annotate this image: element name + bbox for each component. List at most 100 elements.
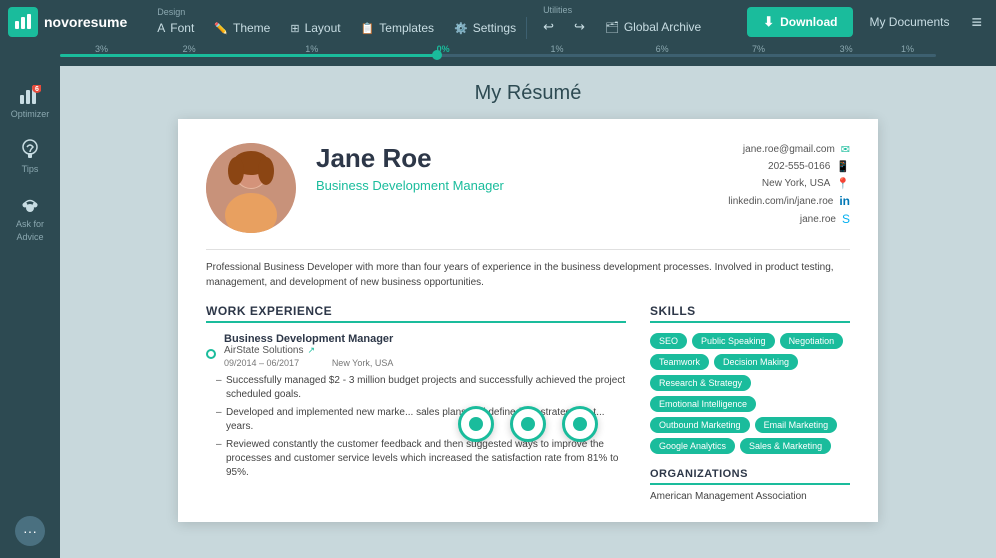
layout-icon: ⊞ <box>290 22 299 35</box>
drag-circle-2[interactable] <box>510 406 546 442</box>
sidebar-more-button[interactable]: ··· <box>15 516 45 546</box>
sidebar-item-tips[interactable]: Tips <box>4 131 56 182</box>
download-icon: ⬇ <box>763 14 774 30</box>
sidebar: 6 Optimizer Tips <box>0 66 60 558</box>
nav-right: ⬇ Download My Documents ≡ <box>747 7 988 37</box>
page-title: My Résumé <box>475 82 582 105</box>
skill-tag: Research & Strategy <box>650 375 751 391</box>
nav-layout[interactable]: ⊞ Layout <box>280 17 350 39</box>
progress-bar-area: 3% 2% 1% 0% 1% 6% 7% 3% 1% <box>0 44 996 66</box>
progress-fill <box>60 54 437 57</box>
skill-tag: Teamwork <box>650 354 709 370</box>
resume-header: Jane Roe Business Development Manager ja… <box>206 143 850 233</box>
ask-label2: Advice <box>16 232 43 242</box>
nav-undo[interactable]: ↩ <box>533 15 564 39</box>
email-icon: ✉ <box>841 143 850 156</box>
work-bullet-3: Reviewed constantly the customer feedbac… <box>216 438 626 480</box>
settings-icon: ⚙️ <box>454 22 468 35</box>
resume-job-title: Business Development Manager <box>316 178 708 193</box>
drag-circle-inner-3 <box>573 417 587 431</box>
skill-tag: SEO <box>650 333 687 349</box>
org-name: American Management Association <box>650 491 850 502</box>
progress-label-3: 3% <box>95 44 108 54</box>
contact-skype: jane.roe S <box>728 212 850 226</box>
resume-summary: Professional Business Developer with mor… <box>206 249 850 290</box>
skills-section-title: SKILLS <box>650 304 850 323</box>
redo-icon: ↪ <box>574 19 585 35</box>
logo-text: novoresume <box>44 14 127 30</box>
resume-name: Jane Roe <box>316 143 708 174</box>
skill-tag: Emotional Intelligence <box>650 396 756 412</box>
work-job-title: Business Development Manager <box>224 333 393 345</box>
sidebar-item-optimizer[interactable]: 6 Optimizer <box>4 76 56 127</box>
work-timeline-dot <box>206 349 216 359</box>
sidebar-item-ask-advice[interactable]: Ask for Advice <box>4 186 56 250</box>
hamburger-button[interactable]: ≡ <box>965 8 988 37</box>
contact-location: New York, USA 📍 <box>728 177 850 190</box>
logo[interactable]: novoresume <box>8 7 127 37</box>
resume-document: Jane Roe Business Development Manager ja… <box>178 119 878 522</box>
resume-contact: jane.roe@gmail.com ✉ 202-555-0166 📱 New … <box>728 143 850 226</box>
archive-icon: 🗂 <box>605 21 619 34</box>
location-icon: 📍 <box>836 177 850 190</box>
ask-label: Ask for <box>16 219 44 229</box>
content-area: My Résumé <box>60 66 996 558</box>
sidebar-bottom: ··· <box>15 516 45 546</box>
work-bullet-1: Successfully managed $2 - 3 million budg… <box>216 374 626 402</box>
skill-tag: Email Marketing <box>755 417 838 433</box>
undo-icon: ↩ <box>543 19 554 35</box>
contact-phone: 202-555-0166 📱 <box>728 160 850 173</box>
nav-redo[interactable]: ↪ <box>564 15 595 39</box>
progress-label-1a: 1% <box>551 44 564 54</box>
progress-track: 3% 2% 1% 0% 1% 6% 7% 3% 1% <box>60 54 936 57</box>
download-button[interactable]: ⬇ Download <box>747 7 853 37</box>
drag-circle-3[interactable] <box>562 406 598 442</box>
nav-font[interactable]: A Font <box>147 17 204 39</box>
resume-name-section: Jane Roe Business Development Manager <box>316 143 708 199</box>
resume-right: SKILLS SEOPublic SpeakingNegotiationTeam… <box>650 304 850 502</box>
main-layout: 6 Optimizer Tips <box>0 66 996 558</box>
skype-icon: S <box>842 212 850 226</box>
my-documents-button[interactable]: My Documents <box>861 11 957 33</box>
work-section-title: WORK EXPERIENCE <box>206 304 626 323</box>
nav-templates[interactable]: 📋 Templates <box>351 17 444 39</box>
drag-overlay <box>458 406 598 442</box>
work-dates: 09/2014 – 06/2017 New York, USA <box>224 358 393 368</box>
optimizer-label: Optimizer <box>11 109 50 119</box>
contact-email: jane.roe@gmail.com ✉ <box>728 143 850 156</box>
drag-circle-1[interactable] <box>458 406 494 442</box>
drag-circle-inner-1 <box>469 417 483 431</box>
skill-tag: Outbound Marketing <box>650 417 750 433</box>
progress-label-3b: 3% <box>840 44 853 54</box>
ask-icon <box>19 194 41 216</box>
nav-theme[interactable]: ✏️ Theme <box>204 17 280 39</box>
progress-label-6: 6% <box>656 44 669 54</box>
top-nav: novoresume Design A Font ✏️ Theme ⊞ Layo… <box>0 0 996 44</box>
work-company: AirState Solutions ↗ <box>224 345 393 356</box>
resume-left: WORK EXPERIENCE Business Development Man… <box>206 304 626 502</box>
progress-label-7: 7% <box>752 44 765 54</box>
logo-icon <box>8 7 38 37</box>
font-icon: A <box>157 21 165 35</box>
svg-text:6: 6 <box>35 86 39 93</box>
resume-body: WORK EXPERIENCE Business Development Man… <box>206 304 850 502</box>
design-section-label: Design <box>147 7 527 17</box>
skill-tag: Decision Making <box>714 354 798 370</box>
drag-circle-inner-2 <box>521 417 535 431</box>
brush-icon: ✏️ <box>214 22 228 35</box>
avatar <box>206 143 296 233</box>
progress-label-4: 1% <box>305 44 318 54</box>
nav-settings[interactable]: ⚙️ Settings <box>444 17 526 39</box>
skill-tag: Sales & Marketing <box>740 438 831 454</box>
progress-label-1b: 1% <box>901 44 914 54</box>
skills-tags: SEOPublic SpeakingNegotiationTeamworkDec… <box>650 333 850 454</box>
orgs-section-title: ORGANIZATIONS <box>650 468 850 485</box>
nav-global-archive[interactable]: 🗂 Global Archive <box>595 15 711 39</box>
templates-icon: 📋 <box>361 22 375 35</box>
linkedin-icon: in <box>839 194 850 208</box>
skill-tag: Negotiation <box>780 333 844 349</box>
progress-label-2: 2% <box>183 44 196 54</box>
utilities-section-label: Utilities <box>533 5 711 15</box>
skill-tag: Google Analytics <box>650 438 735 454</box>
optimizer-icon: 6 <box>19 84 41 106</box>
